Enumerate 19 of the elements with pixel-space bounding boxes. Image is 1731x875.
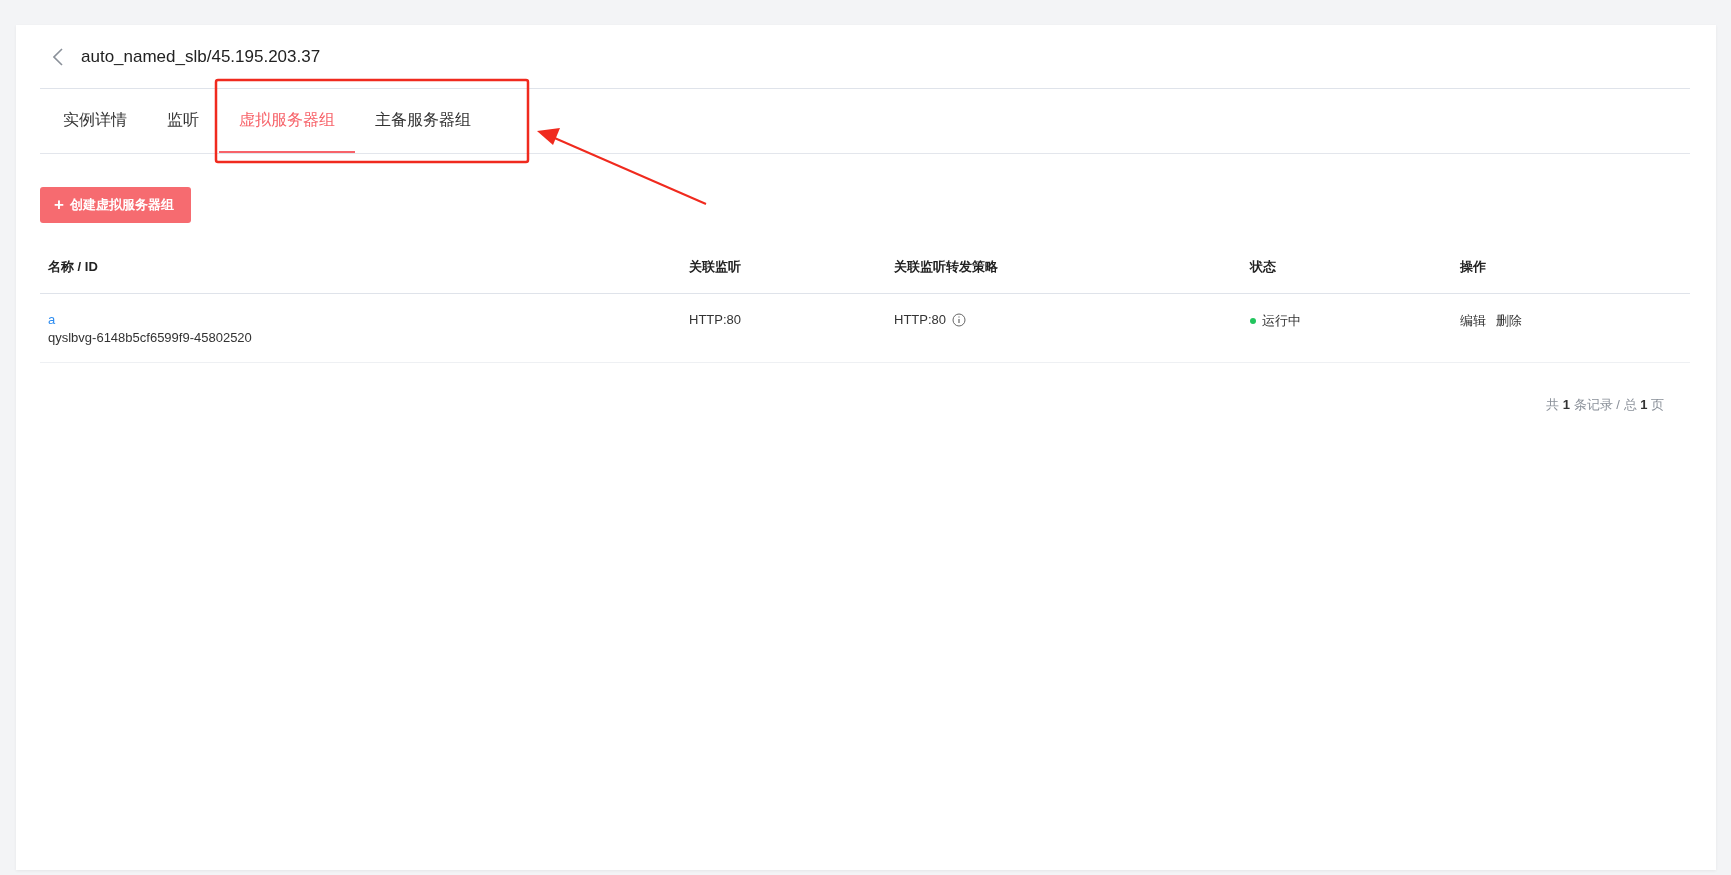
table-cell: HTTP:80 <box>689 312 741 327</box>
action-link[interactable]: 删除 <box>1496 312 1522 330</box>
column-header: 操作 <box>1459 257 1487 276</box>
tab[interactable]: 监听 <box>147 89 219 153</box>
id-text: qyslbvg-6148b5cf6599f9-45802520 <box>48 330 252 345</box>
pagination-summary: 共 1 条记录 / 总 1 页 <box>1546 396 1664 414</box>
info-icon[interactable] <box>952 312 966 327</box>
tab[interactable]: 主备服务器组 <box>355 89 491 153</box>
page-title: auto_named_slb/45.195.203.37 <box>81 46 321 67</box>
column-header: 状态 <box>1248 257 1277 276</box>
table-cell: HTTP:80 <box>894 312 946 327</box>
name-link[interactable]: a <box>48 312 56 327</box>
tab[interactable]: 实例详情 <box>43 89 147 153</box>
action-link[interactable]: 编辑 <box>1460 312 1486 330</box>
status-text: 运行中 <box>1262 312 1301 330</box>
column-header: 关联监听转发策略 <box>893 257 999 276</box>
column-header: 关联监听 <box>688 257 742 276</box>
column-header: 名称 / ID <box>47 257 99 276</box>
back-icon[interactable] <box>53 47 63 66</box>
